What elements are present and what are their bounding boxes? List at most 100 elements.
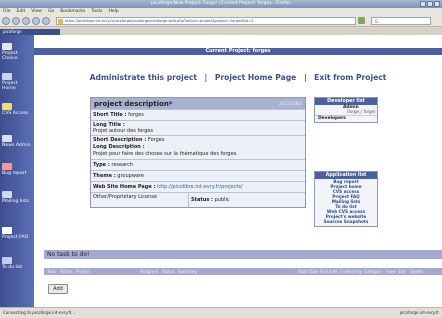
task-empty-banner: No task to do! [44,250,442,259]
description-date: 24/11/2004 [278,101,302,106]
short-title-label: Short Title : [93,112,127,118]
sidebar-item-label: Mailing lists [2,199,30,204]
sidebar-item-label: CVS Access [2,111,29,116]
column-header[interactable]: Summary [178,268,197,275]
website-link[interactable]: http://picolibre.int-evry.fr/projects/ [157,184,243,190]
app-link-snapshots[interactable]: Sources Snapshots [315,219,377,224]
admin-links: Administrate this project | Project Home… [34,73,442,82]
menu-view[interactable]: View [31,8,42,15]
theme-row: Theme : groupware [91,170,305,181]
maximize-icon[interactable] [427,1,433,7]
url-bar[interactable]: https://picoforge.int-evry.fr/picoforge/… [56,16,356,25]
favicon-icon [58,18,63,24]
column-header[interactable]: Project [76,268,90,275]
exit-project-link[interactable]: Exit from Project [314,73,386,82]
add-task-button[interactable]: Add [48,284,68,294]
sidebar-item-project-home[interactable]: Project Home [2,73,32,91]
license-cell: Other/Proprietary License [91,193,189,207]
column-header[interactable]: End date [320,268,338,275]
search-input[interactable]: G [371,16,431,25]
status-host: picoforge.int-evry.fr [399,310,439,315]
go-icon[interactable] [358,17,365,24]
application-list-box: Application list Bug report Project home… [314,171,378,227]
url-text: https://picoforge.int-evry.fr/picoforge/… [65,18,254,23]
description-title: project description* [94,99,173,108]
bug-icon [2,163,12,170]
window-title: picoforge/New Project: Forge! (Current P… [151,1,291,6]
column-header[interactable]: Start Date [298,268,319,275]
status-label: Status : [191,197,214,203]
status-text: Connecting to picoforge.int-evry.fr... [3,310,75,315]
menu-edit[interactable]: Edit [17,8,26,15]
type-row: Type : research [91,159,305,170]
forward-icon[interactable] [12,16,20,25]
menu-file[interactable]: File [3,8,11,15]
sidebar-item-bug-report[interactable]: Bug report [2,163,32,176]
column-header[interactable]: Created by [340,268,362,275]
sidebar-item-project-faq[interactable]: Project FAQ [2,227,32,240]
theme-value: groupware [117,173,144,179]
menu-bookmarks[interactable]: Bookmarks [60,8,85,15]
website-label: Web Site Home Page : [93,184,156,190]
short-desc-label: Short Description : [93,137,147,143]
column-header[interactable]: Category [364,268,382,275]
administrate-link[interactable]: Administrate this project [90,73,197,82]
column-header[interactable]: Delete [410,268,423,275]
sidebar-item-label: To do list [2,265,23,270]
column-header[interactable]: Action [60,268,73,275]
column-header[interactable]: Task [47,268,56,275]
license-status-row: Other/Proprietary License Status : publi… [91,192,305,207]
theme-label: Theme : [93,173,116,179]
navigation-toolbar: https://picoforge.int-evry.fr/picoforge/… [0,15,442,27]
tab-bar: picoforge [0,28,442,35]
status-cell: Status : public [189,193,232,207]
status-bar: Connecting to picoforge.int-evry.fr... p… [0,307,442,318]
sidebar-item-label: Bug report [2,171,27,176]
long-title-row: Long Title : Projet autour des forges [91,120,305,135]
sidebar-item-label: Project Home [2,81,18,91]
back-icon[interactable] [2,16,10,25]
column-header[interactable]: Assigned [140,268,158,275]
faq-icon [2,227,12,234]
long-desc-label: Long Description : [93,144,145,150]
column-header[interactable]: Status [162,268,175,275]
sidebar-item-news-admin[interactable]: News Admin [2,135,32,148]
cvs-icon [2,103,12,110]
short-title-value: forges [128,112,144,118]
sidebar-item-todo-list[interactable]: To do list [2,257,32,270]
link-separator: | [204,73,208,82]
developer-list-title: Developer list [315,98,377,105]
menu-go[interactable]: Go [48,8,54,15]
description-header: project description* 24/11/2004 [91,98,305,109]
license-value: Other/Proprietary License [93,194,157,200]
link-separator: | [303,73,307,82]
long-title-value: Projet autour des forges [93,128,154,134]
developer-list-box: Developer list Admin (forge_/ forge) Dev… [314,97,378,123]
website-row: Web Site Home Page : http://picolibre.in… [91,181,305,192]
current-project-bar: Current Project: forges [34,48,442,55]
reload-icon[interactable] [22,16,30,25]
window-titlebar: picoforge/New Project: Forge! (Current P… [0,0,442,8]
sidebar-item-cvs-access[interactable]: CVS Access [2,103,32,116]
short-desc-row: Short Description : Forges Long Descript… [91,135,305,159]
short-desc-value: Forges [147,137,165,143]
home-nav-icon[interactable] [42,16,50,25]
menu-help[interactable]: Help [108,8,118,15]
todo-icon [2,257,12,264]
menu-tools[interactable]: Tools [91,8,102,15]
task-table-header: Task Action Project Assigned Status Summ… [44,268,442,275]
minimize-icon[interactable] [420,1,426,7]
sidebar-item-label: News Admin [2,143,31,148]
stop-icon[interactable] [32,16,40,25]
mail-icon [2,191,12,198]
close-icon[interactable] [434,1,440,7]
sidebar-item-project-choice[interactable]: Project Choice [2,43,32,61]
column-header[interactable]: Edit [398,268,406,275]
type-label: Type : [93,162,110,168]
project-description-box: project description* 24/11/2004 Short Ti… [90,97,306,208]
sidebar-item-mailing-lists[interactable]: Mailing lists [2,191,32,204]
project-sidebar: Project Choice Project Home CVS Access N… [0,35,34,307]
sidebar-item-label: Project Choice [2,51,18,61]
column-header[interactable]: View [386,268,396,275]
project-home-link[interactable]: Project Home Page [215,73,296,82]
